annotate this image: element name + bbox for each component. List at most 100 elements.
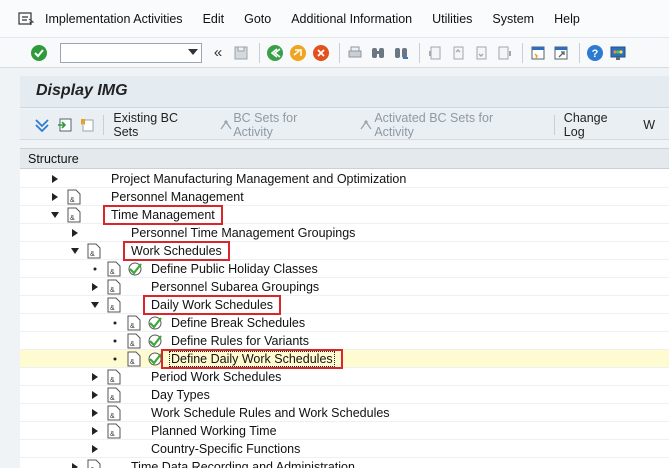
shortcut-icon[interactable] <box>551 43 571 63</box>
tree-node-label: Daily Work Schedules <box>142 295 282 315</box>
tree-node-subarea-groupings[interactable]: & Personnel Subarea Groupings <box>20 278 669 296</box>
first-page-icon[interactable] <box>425 43 445 63</box>
svg-text:&: & <box>130 359 135 366</box>
menu-toggle-icon[interactable] <box>17 10 35 28</box>
expand-subtree-icon[interactable] <box>32 115 52 135</box>
exit-icon[interactable] <box>288 43 308 63</box>
title-bar: Display IMG <box>20 76 669 108</box>
tree-node-break-schedules[interactable]: & Define Break Schedules <box>20 314 669 332</box>
tree-node-work-schedule-rules[interactable]: & Work Schedule Rules and Work Schedules <box>20 404 669 422</box>
print-icon[interactable] <box>345 43 365 63</box>
command-input[interactable] <box>61 43 181 62</box>
last-page-icon[interactable] <box>494 43 514 63</box>
bc-sets-activity-label: BC Sets for Activity <box>233 110 298 139</box>
tree-node-rules-for-variants[interactable]: & Define Rules for Variants <box>20 332 669 350</box>
expand-icon[interactable] <box>90 408 100 418</box>
enter-check-icon[interactable] <box>29 43 49 63</box>
execute-activity-icon[interactable] <box>147 351 163 367</box>
tree-node-label: Period Work Schedules <box>151 370 282 384</box>
tree-node-time-management[interactable]: & Time Management <box>20 205 669 225</box>
svg-text:&: & <box>70 215 75 222</box>
documentation-icon[interactable]: & <box>107 423 121 439</box>
command-field[interactable] <box>60 42 202 63</box>
tree-node-personnel-management[interactable]: & Personnel Management <box>20 188 669 206</box>
tree-node-planned-working-time[interactable]: & Planned Working Time <box>20 422 669 440</box>
tree-node-work-schedules[interactable]: & Work Schedules <box>20 241 669 261</box>
bc-sets-activity-button[interactable]: BC Sets for Activity <box>219 111 338 139</box>
menu-additional-information[interactable]: Additional Information <box>291 12 412 26</box>
expand-icon[interactable] <box>90 426 100 436</box>
documentation-icon[interactable]: & <box>67 189 81 205</box>
next-page-icon[interactable] <box>471 43 491 63</box>
documentation-icon[interactable]: & <box>87 243 101 259</box>
documentation-icon[interactable]: & <box>107 387 121 403</box>
execute-activity-icon[interactable] <box>147 315 163 331</box>
tree-node-label: Project Manufacturing Management and Opt… <box>111 172 407 186</box>
new-session-icon[interactable] <box>528 43 548 63</box>
tree-node-public-holiday-classes[interactable]: & Define Public Holiday Classes <box>20 260 669 278</box>
tree-node-time-mgmt-groupings[interactable]: Personnel Time Management Groupings <box>20 224 669 242</box>
collapse-toolbar-icon[interactable]: « <box>208 43 228 63</box>
documentation-icon[interactable]: & <box>67 207 81 223</box>
menu-bar: Implementation Activities Edit Goto Addi… <box>0 0 669 38</box>
menu-edit[interactable]: Edit <box>203 12 225 26</box>
documentation-icon[interactable]: & <box>107 261 121 277</box>
activated-bc-sets-button[interactable]: Activated BC Sets for Activity <box>359 111 534 139</box>
documentation-icon[interactable]: & <box>107 369 121 385</box>
back-icon[interactable] <box>265 43 285 63</box>
documentation-icon[interactable]: & <box>127 333 141 349</box>
documentation-icon[interactable]: & <box>107 279 121 295</box>
tree-node-time-data-recording[interactable]: & Time Data Recording and Administration <box>20 458 669 468</box>
menu-utilities[interactable]: Utilities <box>432 12 472 26</box>
leaf-bullet-icon <box>90 264 100 274</box>
documentation-icon[interactable]: & <box>127 315 141 331</box>
bookmark-icon[interactable] <box>78 115 98 135</box>
svg-text:&: & <box>110 287 115 294</box>
expand-icon[interactable] <box>90 390 100 400</box>
expand-icon[interactable] <box>70 228 80 238</box>
execute-activity-icon[interactable] <box>127 261 143 277</box>
documentation-icon[interactable]: & <box>87 459 101 468</box>
menu-goto[interactable]: Goto <box>244 12 271 26</box>
menu-implementation-activities[interactable]: Implementation Activities <box>45 12 183 26</box>
svg-text:&: & <box>110 413 115 420</box>
existing-bc-sets-button[interactable]: Existing BC Sets <box>113 111 205 139</box>
tree-node-country-specific[interactable]: Country-Specific Functions <box>20 440 669 458</box>
tree-node-daily-work-schedules[interactable]: & Daily Work Schedules <box>20 295 669 315</box>
expand-icon[interactable] <box>50 174 60 184</box>
menu-help[interactable]: Help <box>554 12 580 26</box>
cancel-icon[interactable] <box>311 43 331 63</box>
tree-node-period-work-schedules[interactable]: & Period Work Schedules <box>20 368 669 386</box>
find-icon[interactable] <box>368 43 388 63</box>
chevron-down-icon[interactable] <box>188 48 198 55</box>
documentation-icon[interactable]: & <box>107 297 121 313</box>
change-log-button[interactable]: Change Log <box>564 111 631 139</box>
collapse-icon[interactable] <box>70 246 80 256</box>
page-title: Display IMG <box>36 82 128 99</box>
expand-icon[interactable] <box>90 282 100 292</box>
expand-icon[interactable] <box>70 462 80 468</box>
img-structure-tree: Structure Project Manufacturing Manageme… <box>20 148 669 468</box>
find-next-icon[interactable] <box>391 43 411 63</box>
tree-node-define-daily-work-schedules[interactable]: & Define Daily Work Schedules <box>20 349 669 369</box>
expand-icon[interactable] <box>50 192 60 202</box>
customize-layout-icon[interactable] <box>608 43 628 63</box>
expand-icon[interactable] <box>90 444 100 454</box>
execute-subtree-icon[interactable] <box>55 115 75 135</box>
menu-system[interactable]: System <box>492 12 534 26</box>
leaf-bullet-icon <box>110 336 120 346</box>
save-icon[interactable] <box>231 43 251 63</box>
collapse-icon[interactable] <box>50 210 60 220</box>
help-icon[interactable]: ? <box>585 43 605 63</box>
execute-activity-icon[interactable] <box>147 333 163 349</box>
tree-node-label: Define Break Schedules <box>171 316 306 330</box>
more-toolbar-button[interactable]: W <box>643 118 655 132</box>
collapse-icon[interactable] <box>90 300 100 310</box>
documentation-icon[interactable]: & <box>107 405 121 421</box>
tree-node-day-types[interactable]: & Day Types <box>20 386 669 404</box>
tree-node-project-manufacturing[interactable]: Project Manufacturing Management and Opt… <box>20 170 669 188</box>
selected-node-text: Define Daily Work Schedules <box>169 351 335 367</box>
previous-page-icon[interactable] <box>448 43 468 63</box>
expand-icon[interactable] <box>90 372 100 382</box>
documentation-icon[interactable]: & <box>127 351 141 367</box>
